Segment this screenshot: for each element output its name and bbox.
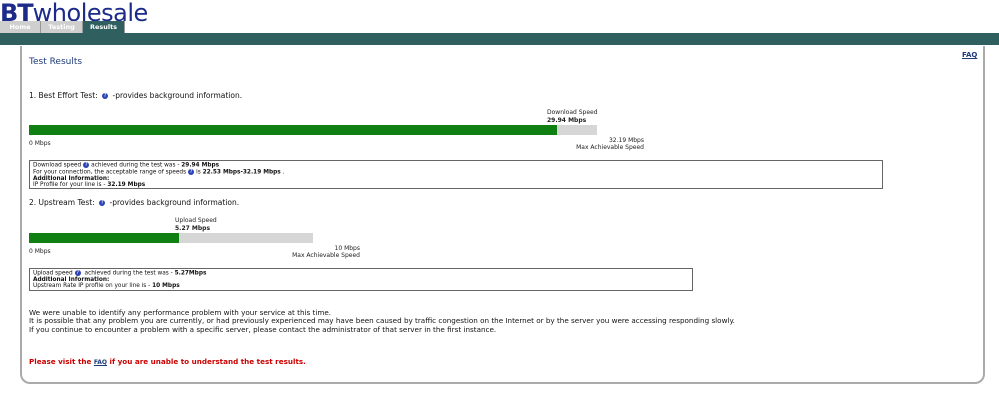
download-max-label: Max Achievable Speed (576, 144, 644, 151)
download-info-box: Download speed? achieved during the test … (29, 160, 883, 189)
download-speed-value: 29.94 Mbps (547, 117, 587, 124)
download-max-value: 32.19 Mbps (608, 137, 644, 144)
faq-link[interactable]: FAQ (962, 51, 977, 59)
best-effort-heading: 1. Best Effort Test: ? -provides backgro… (29, 91, 243, 100)
download-speed-label: Download Speed (547, 109, 598, 116)
upload-speed-label: Upload Speed (175, 217, 217, 224)
download-speed-bar (29, 125, 597, 135)
upload-max-label: Max Achievable Speed (292, 252, 360, 259)
help-icon[interactable]: ? (188, 168, 195, 175)
upload-speed-bar (29, 233, 313, 243)
tab-home[interactable]: Home (0, 21, 41, 33)
download-min-label: 0 Mbps (29, 140, 51, 147)
summary-text: We were unable to identify any performan… (29, 308, 735, 334)
tab-testing[interactable]: Testing (41, 21, 83, 33)
upload-max-value: 10 Mbps (334, 245, 360, 252)
upstream-heading: 2. Upstream Test: ? -provides background… (29, 198, 240, 207)
help-icon[interactable]: ? (99, 200, 106, 206)
upload-min-label: 0 Mbps (29, 248, 51, 255)
upload-speed-fill (29, 233, 179, 243)
help-icon[interactable]: ? (83, 162, 90, 168)
faq-inline-link[interactable]: FAQ (94, 359, 107, 366)
page-title: Test Results (29, 57, 83, 67)
tab-results[interactable]: Results (83, 21, 125, 33)
download-speed-fill (29, 125, 558, 135)
header-band (0, 33, 999, 45)
help-icon[interactable]: ? (74, 270, 81, 276)
faq-note: Please visit the FAQ if you are unable t… (29, 357, 306, 366)
upload-info-box: Upload speed? achieved during the test w… (29, 268, 693, 291)
help-icon[interactable]: ? (102, 93, 109, 99)
upload-speed-value: 5.27 Mbps (175, 225, 211, 232)
